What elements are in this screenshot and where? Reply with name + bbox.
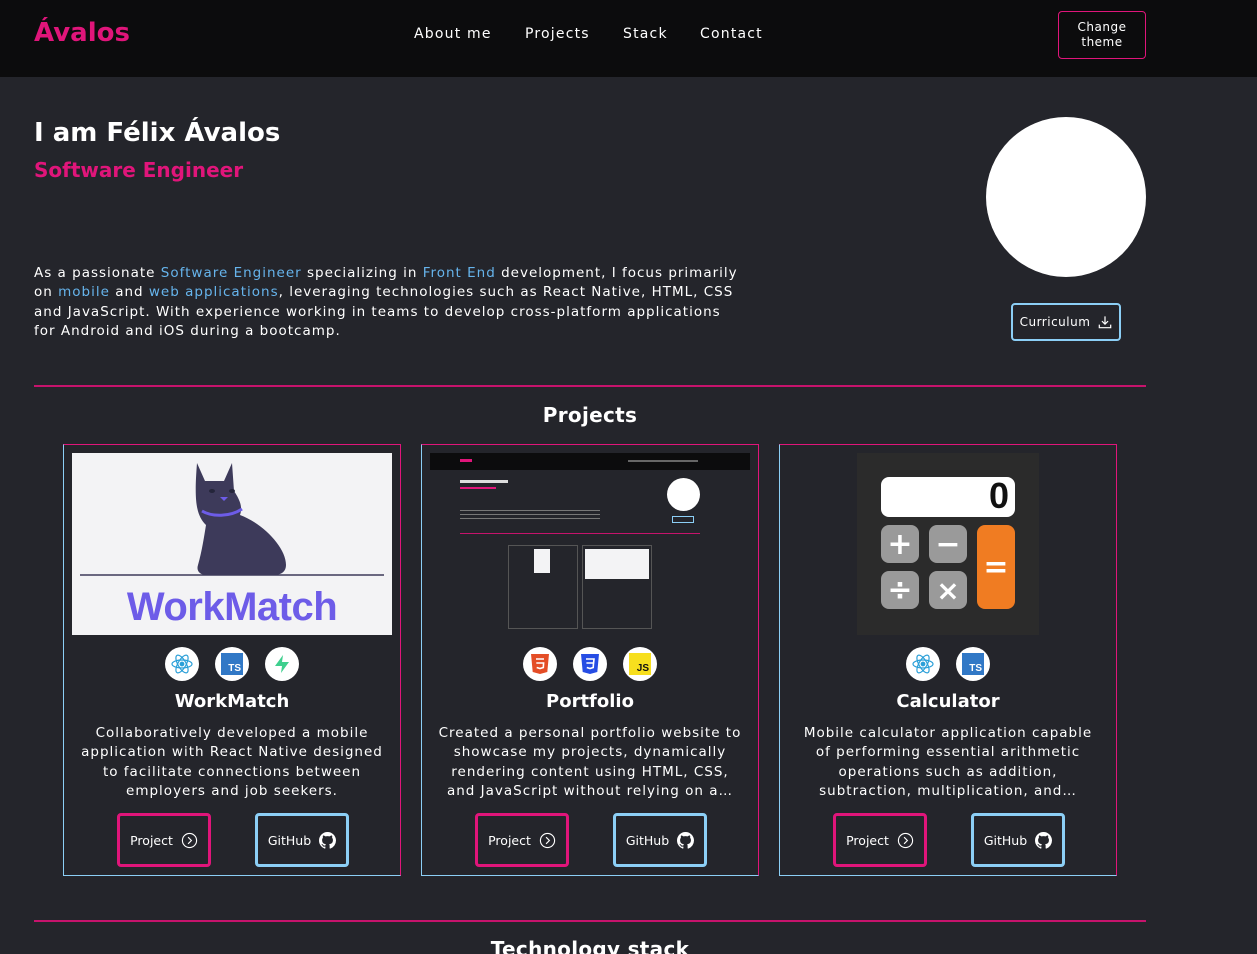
project-button[interactable]: Project — [117, 813, 211, 867]
tech-icons-row: TS — [780, 647, 1116, 681]
github-icon — [677, 831, 695, 849]
projects-title: Projects — [542, 403, 638, 427]
highlight-mobile: mobile — [58, 284, 110, 301]
tech-icons-row: JS — [422, 647, 758, 681]
project-title: WorkMatch — [174, 691, 290, 712]
project-button[interactable]: Project — [833, 813, 927, 867]
download-icon — [1099, 316, 1112, 329]
github-button[interactable]: GitHub — [613, 813, 707, 867]
project-title: Calculator — [896, 691, 1000, 712]
logo[interactable]: Ávalos — [34, 18, 130, 48]
curriculum-label: Curriculum — [1019, 315, 1091, 329]
github-button-label: GitHub — [625, 832, 670, 848]
project-card-workmatch: WorkMatch TS WorkMatch Collaboratively d… — [63, 444, 401, 876]
calculator-display-value: 0 — [988, 475, 1009, 516]
calculator-image: 0 + − ÷ × = — [857, 453, 1039, 635]
html5-icon — [523, 647, 557, 681]
supabase-icon — [265, 647, 299, 681]
nav-link-contact[interactable]: Contact — [700, 26, 763, 42]
nav-link-stack[interactable]: Stack — [623, 26, 668, 42]
project-description: Collaboratively developed a mobile appli… — [81, 725, 383, 800]
section-divider — [34, 385, 1146, 387]
hero-description: As a passionate Software Engineer specia… — [34, 265, 738, 340]
avatar — [986, 117, 1146, 277]
css3-icon — [573, 647, 607, 681]
github-button[interactable]: GitHub — [255, 813, 349, 867]
github-icon — [1035, 831, 1053, 849]
nav-link-about[interactable]: About me — [414, 26, 492, 42]
typescript-icon: TS — [956, 647, 990, 681]
github-button-label: GitHub — [983, 832, 1028, 848]
github-icon — [319, 831, 337, 849]
technology-stack-title: Technology stack — [490, 937, 690, 954]
hero-role: Software Engineer — [34, 158, 244, 182]
project-button-label: Project — [846, 832, 889, 848]
change-theme-button[interactable]: Change theme — [1058, 11, 1146, 59]
project-card-calculator: 0 + − ÷ × = TS Calculator Mobile calcula… — [779, 444, 1117, 876]
project-button-label: Project — [130, 832, 173, 848]
section-divider — [34, 920, 1146, 922]
highlight-software-engineer: Software Engineer — [160, 265, 302, 281]
highlight-front-end: Front End — [422, 265, 496, 281]
github-button-label: GitHub — [267, 832, 312, 848]
portfolio-screenshot-image — [430, 453, 750, 629]
navbar: Ávalos About me Projects Stack Contact C… — [0, 0, 1257, 77]
project-button[interactable]: Project — [475, 813, 569, 867]
project-description: Mobile calculator application capable of… — [803, 725, 1093, 800]
workmatch-image: WorkMatch — [72, 453, 392, 635]
project-description: Created a personal portfolio website to … — [438, 725, 742, 800]
javascript-icon: JS — [623, 647, 657, 681]
arrow-circle-icon — [181, 832, 198, 848]
project-title: Portfolio — [546, 691, 634, 712]
highlight-web-applications: web applications — [148, 284, 279, 301]
tech-icons-row: TS — [64, 647, 400, 681]
arrow-circle-icon — [539, 832, 556, 848]
project-card-portfolio: JS Portfolio Created a personal portfoli… — [421, 444, 759, 876]
hero-name: I am Félix Ávalos — [34, 118, 281, 148]
github-button[interactable]: GitHub — [971, 813, 1065, 867]
typescript-icon: TS — [215, 647, 249, 681]
workmatch-logo-text: WorkMatch — [126, 585, 338, 629]
arrow-circle-icon — [897, 832, 914, 848]
react-icon — [906, 647, 940, 681]
project-button-label: Project — [488, 832, 531, 848]
react-icon — [165, 647, 199, 681]
curriculum-download-button[interactable]: Curriculum — [1011, 303, 1121, 341]
nav-link-projects[interactable]: Projects — [525, 26, 590, 42]
